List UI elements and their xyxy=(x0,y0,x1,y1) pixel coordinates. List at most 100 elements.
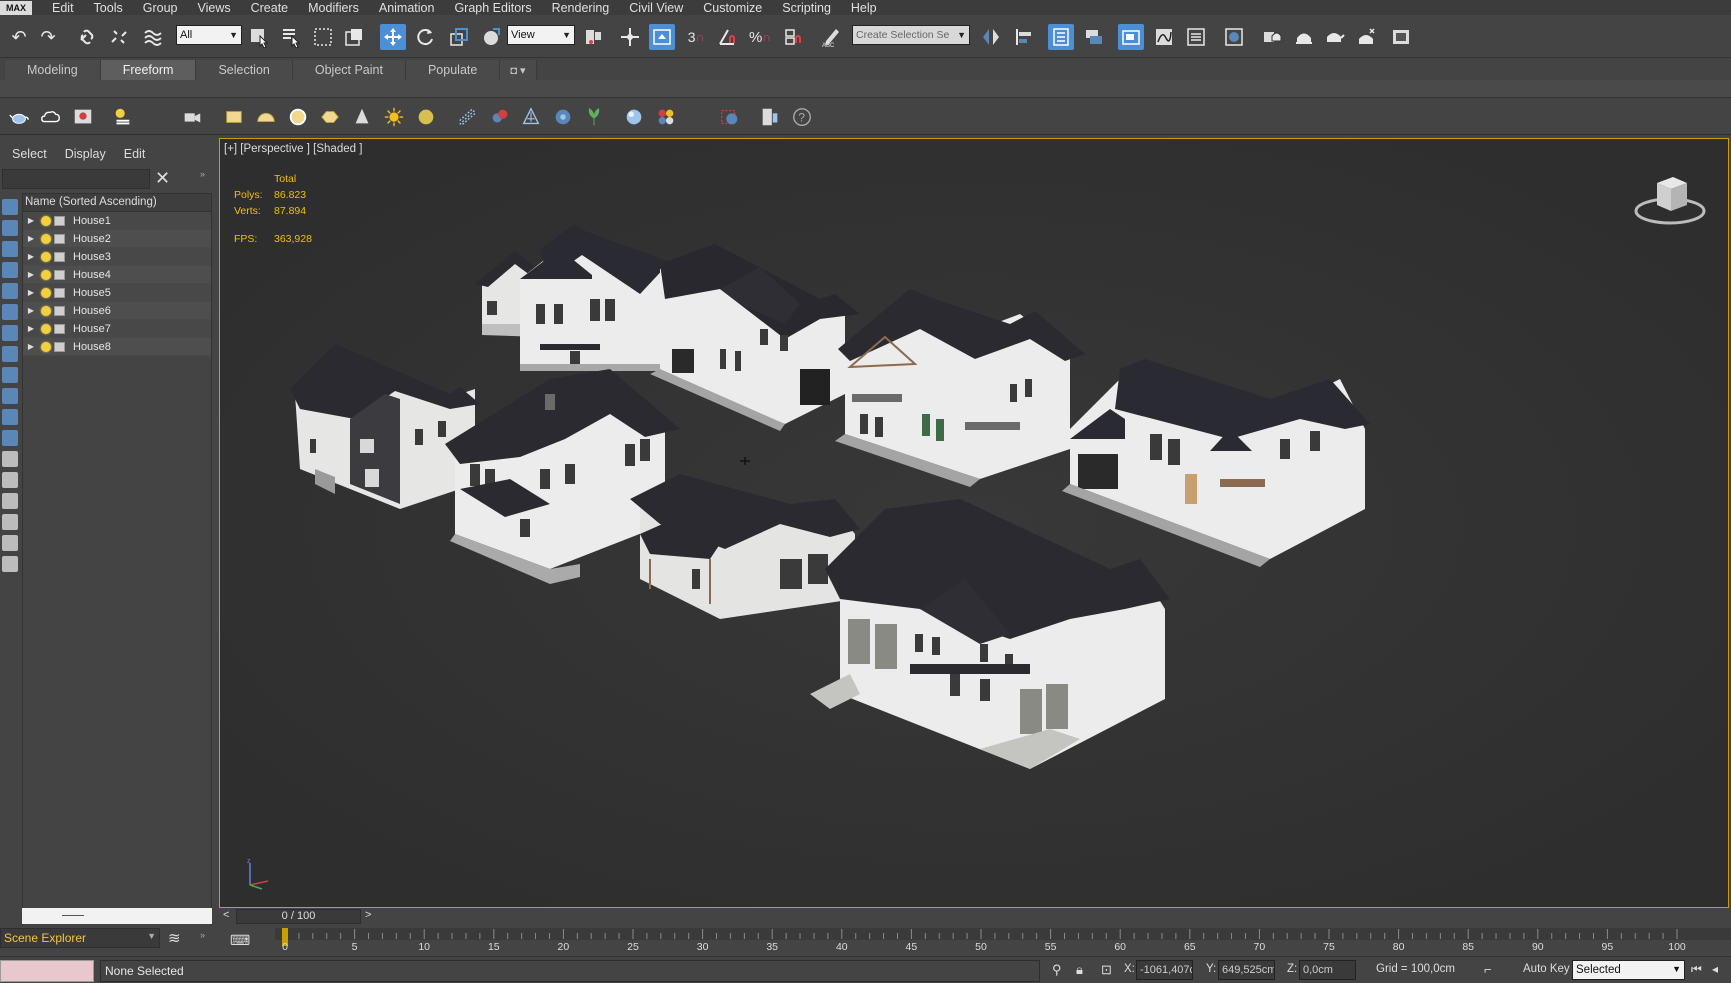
select-and-move-icon[interactable] xyxy=(380,24,406,50)
angle-snap-icon[interactable] xyxy=(714,24,740,50)
menu-tools[interactable]: Tools xyxy=(84,1,133,15)
timeline-ruler[interactable]: 0 5 10 15 20 25 30 35 40 45 50 55 60 65 70 75 80 85 90 95 10… xyxy=(275,928,1731,954)
y-coord-field[interactable]: 649,525cm xyxy=(1218,960,1275,980)
display-groups-icon[interactable] xyxy=(2,346,18,362)
ribbon-options-icon[interactable]: ◘ ▾ xyxy=(500,60,537,80)
perspective-viewport[interactable]: [+] [Perspective ] [Shaded ] Total Polys… xyxy=(219,138,1729,908)
collapse-icon[interactable]: » xyxy=(200,169,205,179)
window-crossing-icon[interactable] xyxy=(341,24,367,50)
tab-display[interactable]: Display xyxy=(65,147,106,161)
pivot-center-icon[interactable] xyxy=(580,24,606,50)
align-icon[interactable] xyxy=(1011,24,1037,50)
light-bulb-icon[interactable] xyxy=(41,233,51,244)
keyboard-shortcut-override-icon[interactable] xyxy=(649,24,675,50)
column-header-name[interactable]: Name (Sorted Ascending) xyxy=(23,194,211,212)
light-bulb-icon[interactable] xyxy=(41,287,51,298)
list-item[interactable]: ▶ House7 xyxy=(23,320,211,338)
mini-curve-editor-icon[interactable]: ⌨ xyxy=(230,932,250,948)
particle-flow-icon[interactable] xyxy=(456,105,480,129)
command-panel-icon[interactable] xyxy=(758,105,782,129)
foliage-icon[interactable] xyxy=(582,105,606,129)
next-frame-icon[interactable]: > xyxy=(365,909,371,921)
search-input[interactable] xyxy=(2,169,150,189)
skylight-icon[interactable] xyxy=(414,105,438,129)
menu-graph-editors[interactable]: Graph Editors xyxy=(444,1,541,15)
schematic-view-icon[interactable] xyxy=(1183,24,1209,50)
light-bulb-icon[interactable] xyxy=(41,323,51,334)
key-filter-dropdown[interactable]: Selected ▼ xyxy=(1572,960,1685,980)
image-plane-icon[interactable] xyxy=(71,105,95,129)
rectangular-selection-icon[interactable] xyxy=(310,24,336,50)
select-object-icon[interactable] xyxy=(246,24,272,50)
teapot-icon[interactable] xyxy=(7,105,31,129)
tab-populate[interactable]: Populate xyxy=(405,60,501,80)
tab-object-paint[interactable]: Object Paint xyxy=(292,60,406,80)
display-frozen-icon[interactable] xyxy=(2,430,18,446)
tab-freeform[interactable]: Freeform xyxy=(100,60,197,80)
help-icon[interactable]: ? xyxy=(790,105,814,129)
render-production-icon[interactable] xyxy=(1322,24,1348,50)
material-library-icon[interactable] xyxy=(654,105,678,129)
expand-icon[interactable]: ▶ xyxy=(23,342,39,351)
expand-icon[interactable]: ▶ xyxy=(23,324,39,333)
expand-icon[interactable]: ▶ xyxy=(23,216,39,225)
display-shapes-icon[interactable] xyxy=(2,241,18,257)
light-bulb-icon[interactable] xyxy=(41,215,51,226)
menu-help[interactable]: Help xyxy=(841,1,887,15)
layers-icon[interactable]: ≋ xyxy=(168,929,181,947)
menu-civil-view[interactable]: Civil View xyxy=(619,1,693,15)
undo-icon[interactable]: ↶ xyxy=(6,24,32,50)
expand-icon[interactable]: ▶ xyxy=(23,306,39,315)
tab-select[interactable]: Select xyxy=(12,147,47,161)
display-geometry-icon[interactable] xyxy=(2,220,18,236)
geosphere-icon[interactable] xyxy=(318,105,342,129)
collapse-icon[interactable]: » xyxy=(200,930,205,940)
display-hidden-icon[interactable] xyxy=(2,451,18,467)
menu-edit[interactable]: Edit xyxy=(42,1,84,15)
scene-explorer-dropdown[interactable]: Scene Explorer ▼ xyxy=(0,928,160,948)
expand-icon[interactable]: ▶ xyxy=(23,234,39,243)
hemisphere-icon[interactable] xyxy=(254,105,278,129)
display-cameras-icon[interactable] xyxy=(2,283,18,299)
light-bulb-icon[interactable] xyxy=(41,341,51,352)
close-icon[interactable]: ✕ xyxy=(155,168,170,189)
menu-views[interactable]: Views xyxy=(187,1,240,15)
scene-explorer-toggle-icon[interactable] xyxy=(1118,24,1144,50)
material-sphere-icon[interactable] xyxy=(622,105,646,129)
bind-space-warp-icon[interactable] xyxy=(140,24,166,50)
time-slider[interactable]: 0 / 100 xyxy=(236,909,361,924)
add-time-tag-icon[interactable]: ⌐ xyxy=(1484,962,1492,977)
list-item[interactable]: ▶ House4 xyxy=(23,266,211,284)
expand-icon[interactable]: ▶ xyxy=(23,270,39,279)
filter-icon[interactable] xyxy=(2,514,18,530)
display-all-icon[interactable] xyxy=(2,472,18,488)
tab-selection[interactable]: Selection xyxy=(196,60,293,80)
list-item[interactable]: ▶ House6 xyxy=(23,302,211,320)
spinner-snap-icon[interactable] xyxy=(780,24,806,50)
select-by-name-icon[interactable] xyxy=(278,24,304,50)
snap-toggle-icon[interactable]: 3 ∩ xyxy=(685,24,707,50)
menu-create[interactable]: Create xyxy=(241,1,299,15)
expand-icon[interactable]: ▶ xyxy=(23,288,39,297)
list-item[interactable]: ▶ House2 xyxy=(23,230,211,248)
render-setup-icon[interactable] xyxy=(1259,24,1285,50)
render-region-icon[interactable] xyxy=(718,105,742,129)
menu-customize[interactable]: Customize xyxy=(693,1,772,15)
viewport-label[interactable]: [+] [Perspective ] [Shaded ] xyxy=(224,143,362,155)
reference-coordinate-dropdown[interactable]: View ▼ xyxy=(507,25,575,45)
viewcube-icon[interactable] xyxy=(1633,169,1708,229)
link-icon[interactable] xyxy=(74,24,100,50)
resize-handle[interactable] xyxy=(62,915,84,916)
list-item[interactable]: ▶ House8 xyxy=(23,338,211,356)
list-footer[interactable] xyxy=(22,908,212,924)
unlink-icon[interactable] xyxy=(106,24,132,50)
display-space-warps-icon[interactable] xyxy=(2,325,18,341)
app-logo[interactable]: MAX xyxy=(0,0,32,15)
redo-icon[interactable]: ↷ xyxy=(35,24,61,50)
maxscript-listener[interactable] xyxy=(0,960,94,982)
camera-icon[interactable] xyxy=(180,105,204,129)
display-containers-icon[interactable] xyxy=(2,409,18,425)
light-bulb-icon[interactable] xyxy=(41,251,51,262)
render-in-cloud-icon[interactable] xyxy=(1354,24,1380,50)
sun-light-icon[interactable] xyxy=(382,105,406,129)
